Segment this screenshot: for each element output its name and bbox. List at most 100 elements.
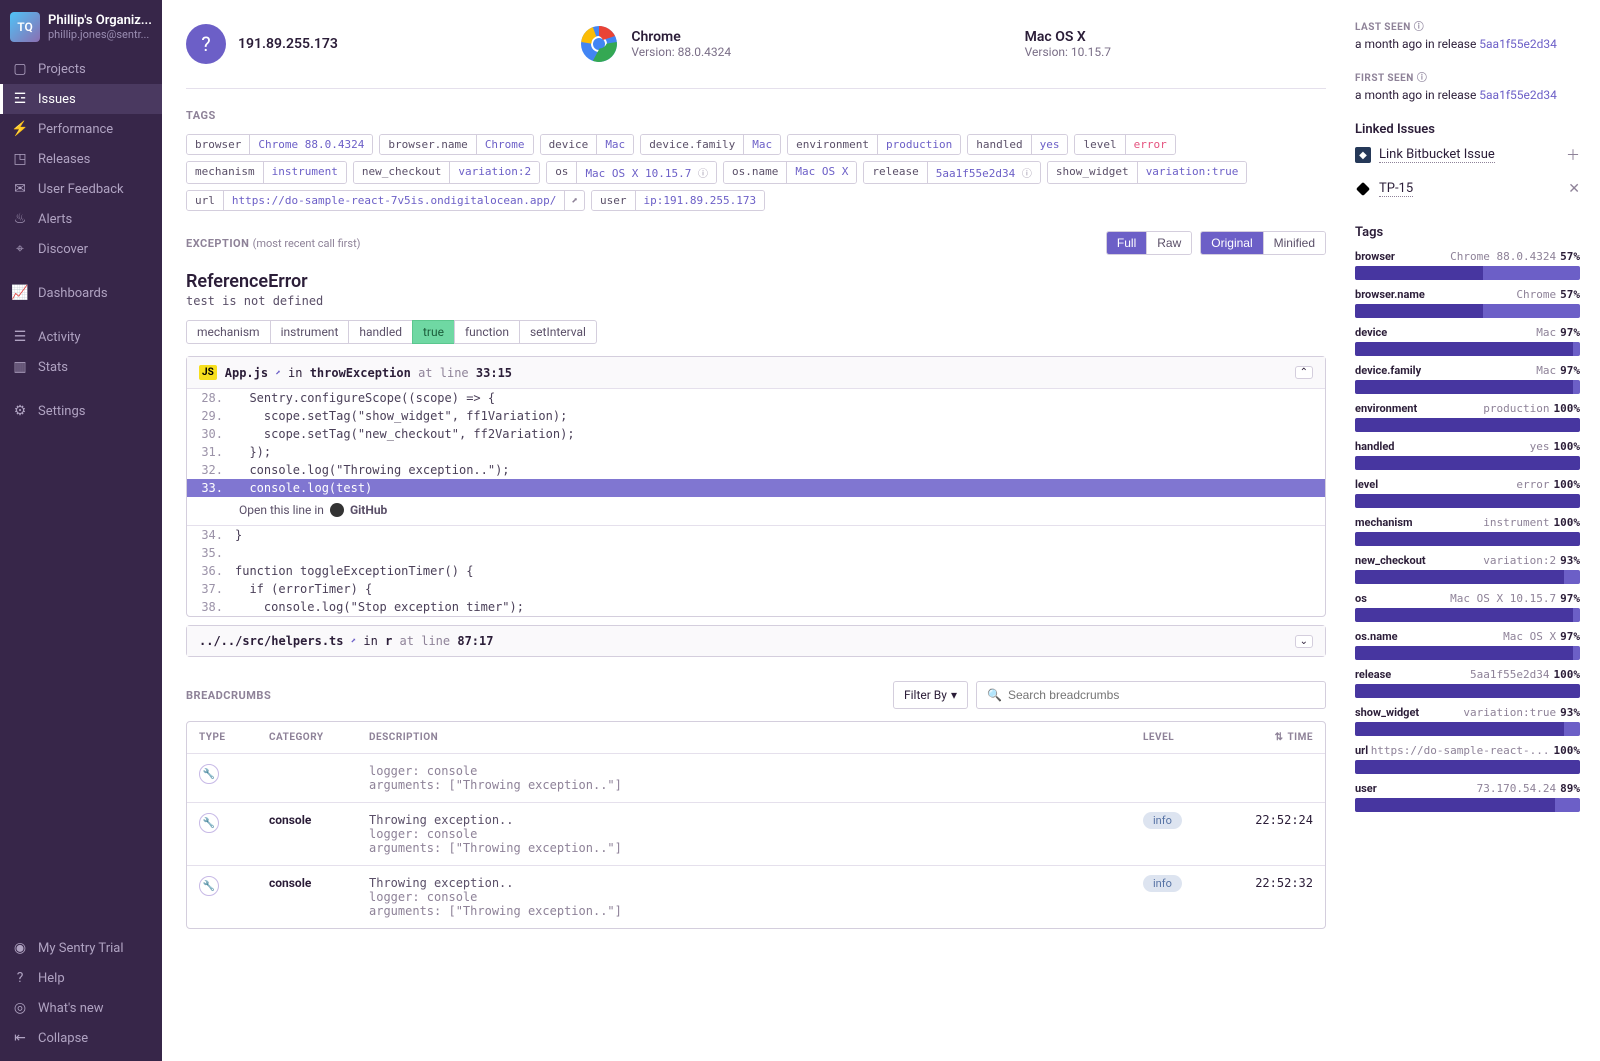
tag-pill[interactable]: device.familyMac	[640, 134, 781, 155]
nav-issues[interactable]: ☲Issues	[0, 84, 162, 114]
tag-pill[interactable]: show_widgetvariation:true	[1047, 161, 1248, 184]
expand-frame-button[interactable]: ⌄	[1295, 635, 1313, 648]
linked-issue-tp15[interactable]: TP-15 ✕	[1355, 173, 1580, 205]
performance-icon: ⚡	[12, 121, 28, 137]
feedback-icon: ✉	[12, 181, 28, 197]
external-link-icon[interactable]: ⬈	[564, 191, 584, 210]
tags-header: TAGS	[186, 109, 1326, 122]
sort-icon[interactable]: ⇅	[1275, 732, 1284, 743]
code-line: 35.	[187, 544, 1325, 562]
nav-trial[interactable]: ◉My Sentry Trial	[0, 933, 162, 963]
search-input[interactable]	[1008, 688, 1315, 702]
org-avatar: TQ	[10, 12, 40, 42]
broadcast-icon: ◎	[12, 1000, 28, 1016]
browser-version: Version: 88.0.4324	[631, 45, 731, 59]
tag-dist-row[interactable]: os.nameMac OS X97%	[1355, 630, 1580, 660]
collapse-frame-button[interactable]: ⌃	[1295, 366, 1313, 379]
btn-full[interactable]: Full	[1107, 232, 1147, 254]
tag-pill[interactable]: mechanisminstrument	[186, 161, 347, 184]
release-link[interactable]: 5aa1f55e2d34	[1479, 37, 1557, 51]
tag-pill[interactable]: osMac OS X 10.15.7 ⓘ	[546, 161, 717, 184]
external-link-icon[interactable]: ⬈	[275, 368, 280, 378]
tag-dist-row[interactable]: browserChrome 88.0.432457%	[1355, 250, 1580, 280]
linked-issues-header: Linked Issues	[1355, 122, 1580, 137]
tag-pill[interactable]: new_checkoutvariation:2	[353, 161, 540, 184]
tag-dist-row[interactable]: browser.nameChrome57%	[1355, 288, 1580, 318]
nav-performance[interactable]: ⚡Performance	[0, 114, 162, 144]
nav-stats[interactable]: ▥Stats	[0, 352, 162, 382]
code-context-after: 34.}35.36.function toggleExceptionTimer(…	[187, 526, 1325, 616]
context-os[interactable]: Mac OS XVersion: 10.15.7	[973, 24, 1326, 64]
btn-minified[interactable]: Minified	[1264, 232, 1325, 254]
tag-dist-row[interactable]: show_widgetvariation:true93%	[1355, 706, 1580, 736]
nav-projects[interactable]: ▢Projects	[0, 54, 162, 84]
open-in-github[interactable]: Open this line in GitHub	[187, 497, 1325, 526]
exception-header: EXCEPTION (most recent call first)	[186, 237, 361, 250]
tag-dist-row[interactable]: user73.170.54.2489%	[1355, 782, 1580, 812]
nav-activity[interactable]: ☰Activity	[0, 322, 162, 352]
stack-frame: JS App.js ⬈ in throwException at line 33…	[186, 356, 1326, 617]
frame-tag: function	[454, 320, 520, 344]
tag-dist-row[interactable]: new_checkoutvariation:293%	[1355, 554, 1580, 584]
tag-pill[interactable]: browser.nameChrome	[379, 134, 533, 155]
tag-pill[interactable]: deviceMac	[540, 134, 635, 155]
tag-pill[interactable]: environmentproduction	[787, 134, 961, 155]
nav-discover[interactable]: ⌖Discover	[0, 234, 162, 264]
code-context: 28. Sentry.configureScope((scope) => {29…	[187, 389, 1325, 497]
breadcrumb-row[interactable]: 🔧 logger: consolearguments: ["Throwing e…	[187, 754, 1325, 803]
link-bitbucket-row[interactable]: ◆ Link Bitbucket Issue ＋	[1355, 137, 1580, 173]
collapse-icon: ⇤	[12, 1030, 28, 1046]
info-icon[interactable]: ⓘ	[1417, 73, 1428, 84]
tag-dist-row[interactable]: environmentproduction100%	[1355, 402, 1580, 432]
release-link[interactable]: 5aa1f55e2d34	[1479, 88, 1557, 102]
breadcrumbs-table: TYPE CATEGORY DESCRIPTION LEVEL ⇅TIME 🔧 …	[186, 721, 1326, 929]
context-user[interactable]: ? 191.89.255.173	[186, 24, 539, 64]
search-breadcrumbs[interactable]: 🔍	[976, 681, 1326, 709]
tag-dist-row[interactable]: handledyes100%	[1355, 440, 1580, 470]
nav-help[interactable]: ?Help	[0, 963, 162, 993]
tag-pill[interactable]: urlhttps://do-sample-react-7v5is.ondigit…	[186, 190, 585, 211]
nav-settings[interactable]: ⚙Settings	[0, 396, 162, 426]
nav-user-feedback[interactable]: ✉User Feedback	[0, 174, 162, 204]
tag-pill[interactable]: userip:191.89.255.173	[591, 190, 765, 211]
external-link-icon[interactable]: ⬈	[351, 637, 356, 647]
nav-alerts[interactable]: ♨Alerts	[0, 204, 162, 234]
nav-releases[interactable]: ◳Releases	[0, 144, 162, 174]
tag-dist-row[interactable]: urlhttps://do-sample-react-...100%	[1355, 744, 1580, 774]
code-line: 29. scope.setTag("show_widget", ff1Varia…	[187, 407, 1325, 425]
filter-by-button[interactable]: Filter By ▾	[893, 681, 968, 709]
nav-collapse[interactable]: ⇤Collapse	[0, 1023, 162, 1053]
user-icon: ?	[186, 24, 226, 64]
tag-dist-row[interactable]: mechanisminstrument100%	[1355, 516, 1580, 546]
info-icon[interactable]: ⓘ	[1414, 22, 1425, 33]
remove-icon[interactable]: ✕	[1568, 181, 1580, 197]
frame-tag: mechanism	[186, 320, 271, 344]
tag-dist-row[interactable]: device.familyMac97%	[1355, 364, 1580, 394]
nav-whatsnew[interactable]: ◎What's new	[0, 993, 162, 1023]
org-email: phillip.jones@sentr...	[48, 28, 152, 41]
breadcrumb-row[interactable]: 🔧 console Throwing exception..logger: co…	[187, 803, 1325, 866]
tag-pill[interactable]: browserChrome 88.0.4324	[186, 134, 373, 155]
add-icon[interactable]: ＋	[1566, 145, 1580, 165]
tag-dist-row[interactable]: deviceMac97%	[1355, 326, 1580, 356]
frame-header[interactable]: JS App.js ⬈ in throwException at line 33…	[187, 357, 1325, 389]
stack-original-minified-toggle: Original Minified	[1200, 231, 1326, 255]
org-switcher[interactable]: TQ Phillip's Organiz... phillip.jones@se…	[0, 0, 162, 54]
tag-pill[interactable]: release5aa1f55e2d34 ⓘ	[863, 161, 1040, 184]
context-browser[interactable]: ChromeVersion: 88.0.4324	[579, 24, 932, 64]
tag-dist-row[interactable]: osMac OS X 10.15.797%	[1355, 592, 1580, 622]
tag-pill[interactable]: os.nameMac OS X	[723, 161, 857, 184]
dashboards-icon: 📈	[12, 285, 28, 301]
nav-dashboards[interactable]: 📈Dashboards	[0, 278, 162, 308]
exception-message: test is not defined	[186, 294, 1326, 308]
context-ip: 191.89.255.173	[238, 36, 338, 52]
breadcrumb-row[interactable]: 🔧 console Throwing exception..logger: co…	[187, 866, 1325, 928]
btn-raw[interactable]: Raw	[1147, 232, 1191, 254]
btn-original[interactable]: Original	[1201, 232, 1263, 254]
tag-dist-row[interactable]: release5aa1f55e2d34100%	[1355, 668, 1580, 698]
last-seen-label: LAST SEEN ⓘ	[1355, 18, 1580, 33]
tag-pill[interactable]: handledyes	[967, 134, 1068, 155]
frame-header[interactable]: ../../src/helpers.ts ⬈ in r at line 87:1…	[187, 626, 1325, 656]
tag-pill[interactable]: levelerror	[1074, 134, 1175, 155]
tag-dist-row[interactable]: levelerror100%	[1355, 478, 1580, 508]
